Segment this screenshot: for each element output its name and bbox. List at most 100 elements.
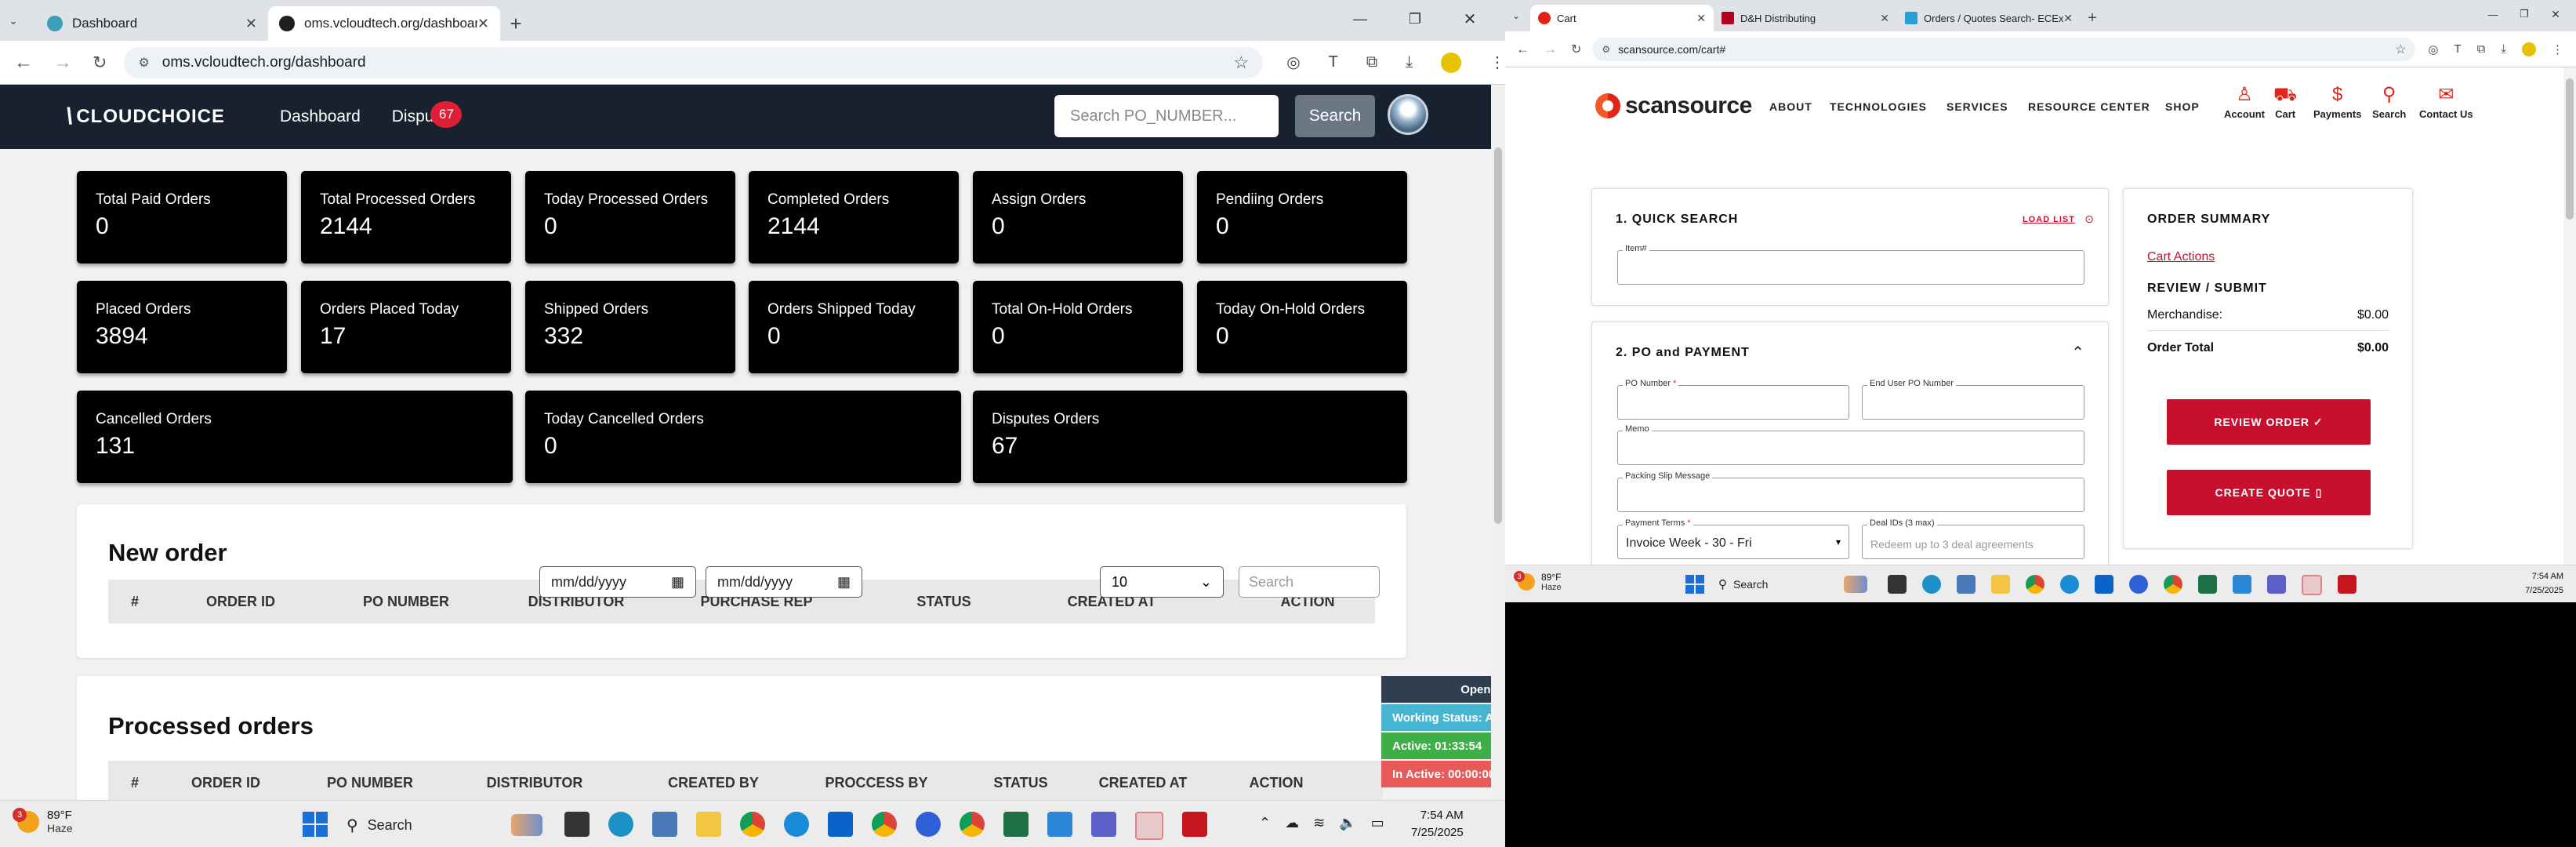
acrobat-icon[interactable] <box>1182 812 1207 837</box>
edge-dev-icon[interactable] <box>608 812 633 837</box>
stat-card[interactable]: Assign Orders 0 <box>973 171 1183 264</box>
po-search-input[interactable]: Search PO_NUMBER... <box>1054 95 1279 137</box>
calculator-icon[interactable] <box>652 812 677 837</box>
date-from-input[interactable]: mm/dd/yyyy ▦ <box>539 566 696 598</box>
memo-field[interactable]: Memo <box>1617 424 2084 465</box>
url-bar[interactable]: ⚙ oms.vcloudtech.org/dashboard ☆ <box>124 46 1264 78</box>
download-icon[interactable]: ⤓ <box>1406 53 1413 71</box>
wifi-icon[interactable]: ≋ <box>1313 815 1325 831</box>
scrollbar-thumb[interactable] <box>2566 78 2574 220</box>
url-bar-2[interactable]: ⚙ scansource.com/cart# ☆ <box>1592 37 2416 61</box>
bookmark-star-icon[interactable]: ☆ <box>2395 42 2406 57</box>
header-cart[interactable]: ⛟ Cart <box>2273 82 2297 120</box>
edge-dev-icon[interactable] <box>1922 575 1941 594</box>
excel-icon[interactable] <box>1003 812 1029 837</box>
chrome-profile-icon[interactable] <box>2164 575 2182 594</box>
sticky-notes-icon[interactable] <box>2302 575 2322 595</box>
stat-card[interactable]: Today Processed Orders 0 <box>525 171 735 264</box>
tab-dh-distributing[interactable]: D&H Distributing ✕ <box>1714 5 1897 31</box>
minimize-icon[interactable]: — <box>1333 11 1388 27</box>
cloud-icon[interactable]: ☁ <box>1285 815 1299 831</box>
stat-card[interactable]: Total Processed Orders 2144 <box>301 171 511 264</box>
puzzle-icon[interactable]: ⧉ <box>1366 53 1377 71</box>
menu-technologies[interactable]: TECHNOLOGIES <box>1830 100 1927 113</box>
remote-icon[interactable] <box>2233 575 2251 594</box>
stat-card[interactable]: Shipped Orders 332 <box>525 281 735 373</box>
calculator-icon[interactable] <box>1957 575 1976 594</box>
taskview-icon[interactable] <box>564 812 590 837</box>
tab-search-icon[interactable]: ⌄ <box>1508 0 1524 31</box>
item-number-field[interactable]: Item# <box>1617 244 2084 285</box>
file-explorer-icon[interactable] <box>1991 575 2010 594</box>
stat-card[interactable]: Today On-Hold Orders 0 <box>1197 281 1407 373</box>
start-button-2[interactable] <box>1685 575 1704 594</box>
create-quote-button[interactable]: CREATE QUOTE ▯ <box>2167 470 2371 515</box>
taskbar-search[interactable]: ⚲ Search <box>346 810 542 840</box>
column-header[interactable]: ORDER ID <box>191 775 260 791</box>
chevron-up-icon[interactable]: ⌃ <box>2071 343 2084 362</box>
remote-icon[interactable] <box>1047 812 1072 837</box>
file-explorer-icon[interactable] <box>696 812 721 837</box>
column-header[interactable]: CREATED AT <box>1099 775 1188 791</box>
restore-icon[interactable]: ❐ <box>1388 11 1442 27</box>
tab-oms-dashboard[interactable]: oms.vcloudtech.org/dashboard ✕ <box>268 6 500 41</box>
restore-icon[interactable]: ❐ <box>2509 8 2540 20</box>
po-search-button[interactable]: Search <box>1295 95 1375 137</box>
tab-orders-quotes[interactable]: Orders / Quotes Search- ECExp ✕ <box>1897 5 2081 31</box>
tab-cart[interactable]: Cart ✕ <box>1530 5 1714 31</box>
deal-ids-field[interactable]: Deal IDs (3 max) Redeem up to 3 deal agr… <box>1862 518 2084 559</box>
new-tab-button[interactable]: + <box>2081 5 2104 31</box>
weather-widget[interactable]: 3 89°F Haze <box>13 807 73 834</box>
profile-icon[interactable] <box>2522 42 2537 56</box>
outlook-icon[interactable] <box>828 812 853 837</box>
translate-icon[interactable]: T <box>2454 42 2462 56</box>
close-window-icon[interactable]: ✕ <box>2540 8 2571 21</box>
translate-icon[interactable]: T <box>1329 53 1338 71</box>
download-icon[interactable]: ⤓ <box>2501 42 2506 56</box>
back-icon[interactable]: ← <box>1516 42 1529 57</box>
stat-card[interactable]: Disputes Orders 67 <box>973 391 1407 483</box>
new-tab-button[interactable]: + <box>500 6 532 41</box>
start-button[interactable] <box>303 812 328 837</box>
open-attendance-tab[interactable]: Open A <box>1381 676 1505 703</box>
payment-terms-select[interactable]: Payment Terms * Invoice Week - 30 - Fri … <box>1617 518 1849 559</box>
review-order-button[interactable]: REVIEW ORDER ✓ <box>2167 399 2371 445</box>
taskview-icon[interactable] <box>1888 575 1907 594</box>
menu-icon[interactable]: ⋮ <box>1489 53 1505 72</box>
close-tab-icon[interactable]: ✕ <box>1696 12 1706 25</box>
menu-shop[interactable]: SHOP <box>2165 100 2200 113</box>
stat-card[interactable]: Cancelled Orders 131 <box>77 391 513 483</box>
battery-icon[interactable]: ▭ <box>1371 815 1384 831</box>
extension-icon[interactable]: ◎ <box>1286 53 1300 72</box>
nav-dashboard[interactable]: Dashboard <box>280 107 361 126</box>
scrollbar-thumb[interactable] <box>1494 147 1502 524</box>
column-header[interactable]: PO NUMBER <box>363 594 449 610</box>
chrome-second-icon[interactable] <box>960 812 985 837</box>
site-info-icon[interactable]: ⚙ <box>1602 44 1610 55</box>
po-number-field[interactable]: PO Number * <box>1617 379 1849 420</box>
stat-card[interactable]: Orders Placed Today 17 <box>301 281 511 373</box>
forward-icon[interactable]: → <box>1544 42 1557 57</box>
user-avatar[interactable] <box>1388 94 1428 135</box>
stat-card[interactable]: Completed Orders 2144 <box>749 171 959 264</box>
header-contact[interactable]: ✉ Contact Us <box>2419 82 2473 120</box>
date-to-input[interactable]: mm/dd/yyyy ▦ <box>706 566 862 598</box>
excel-icon[interactable] <box>2198 575 2217 594</box>
sticky-notes-icon[interactable] <box>1135 812 1163 840</box>
edge-icon[interactable] <box>784 812 809 837</box>
column-header[interactable]: # <box>131 775 139 791</box>
column-header[interactable]: STATUS <box>993 775 1047 791</box>
brand-logo[interactable]: \ CLOUDCHOICE <box>66 104 225 130</box>
stat-card[interactable]: Total Paid Orders 0 <box>77 171 287 264</box>
outlook-icon[interactable] <box>2095 575 2113 594</box>
puzzle-icon[interactable]: ⧉ <box>2477 42 2486 56</box>
tab-dashboard[interactable]: Dashboard ✕ <box>36 6 268 41</box>
page-scrollbar[interactable] <box>1491 85 1505 800</box>
edge-icon[interactable] <box>2060 575 2079 594</box>
teams-icon[interactable] <box>1091 812 1116 837</box>
end-user-po-field[interactable]: End User PO Number <box>1862 379 2084 420</box>
packing-slip-field[interactable]: Packing Slip Message <box>1617 471 2084 512</box>
load-list-link[interactable]: LOAD LIST <box>2023 215 2075 224</box>
stat-card[interactable]: Orders Shipped Today 0 <box>749 281 959 373</box>
menu-resource-center[interactable]: RESOURCE CENTER <box>2028 100 2150 113</box>
